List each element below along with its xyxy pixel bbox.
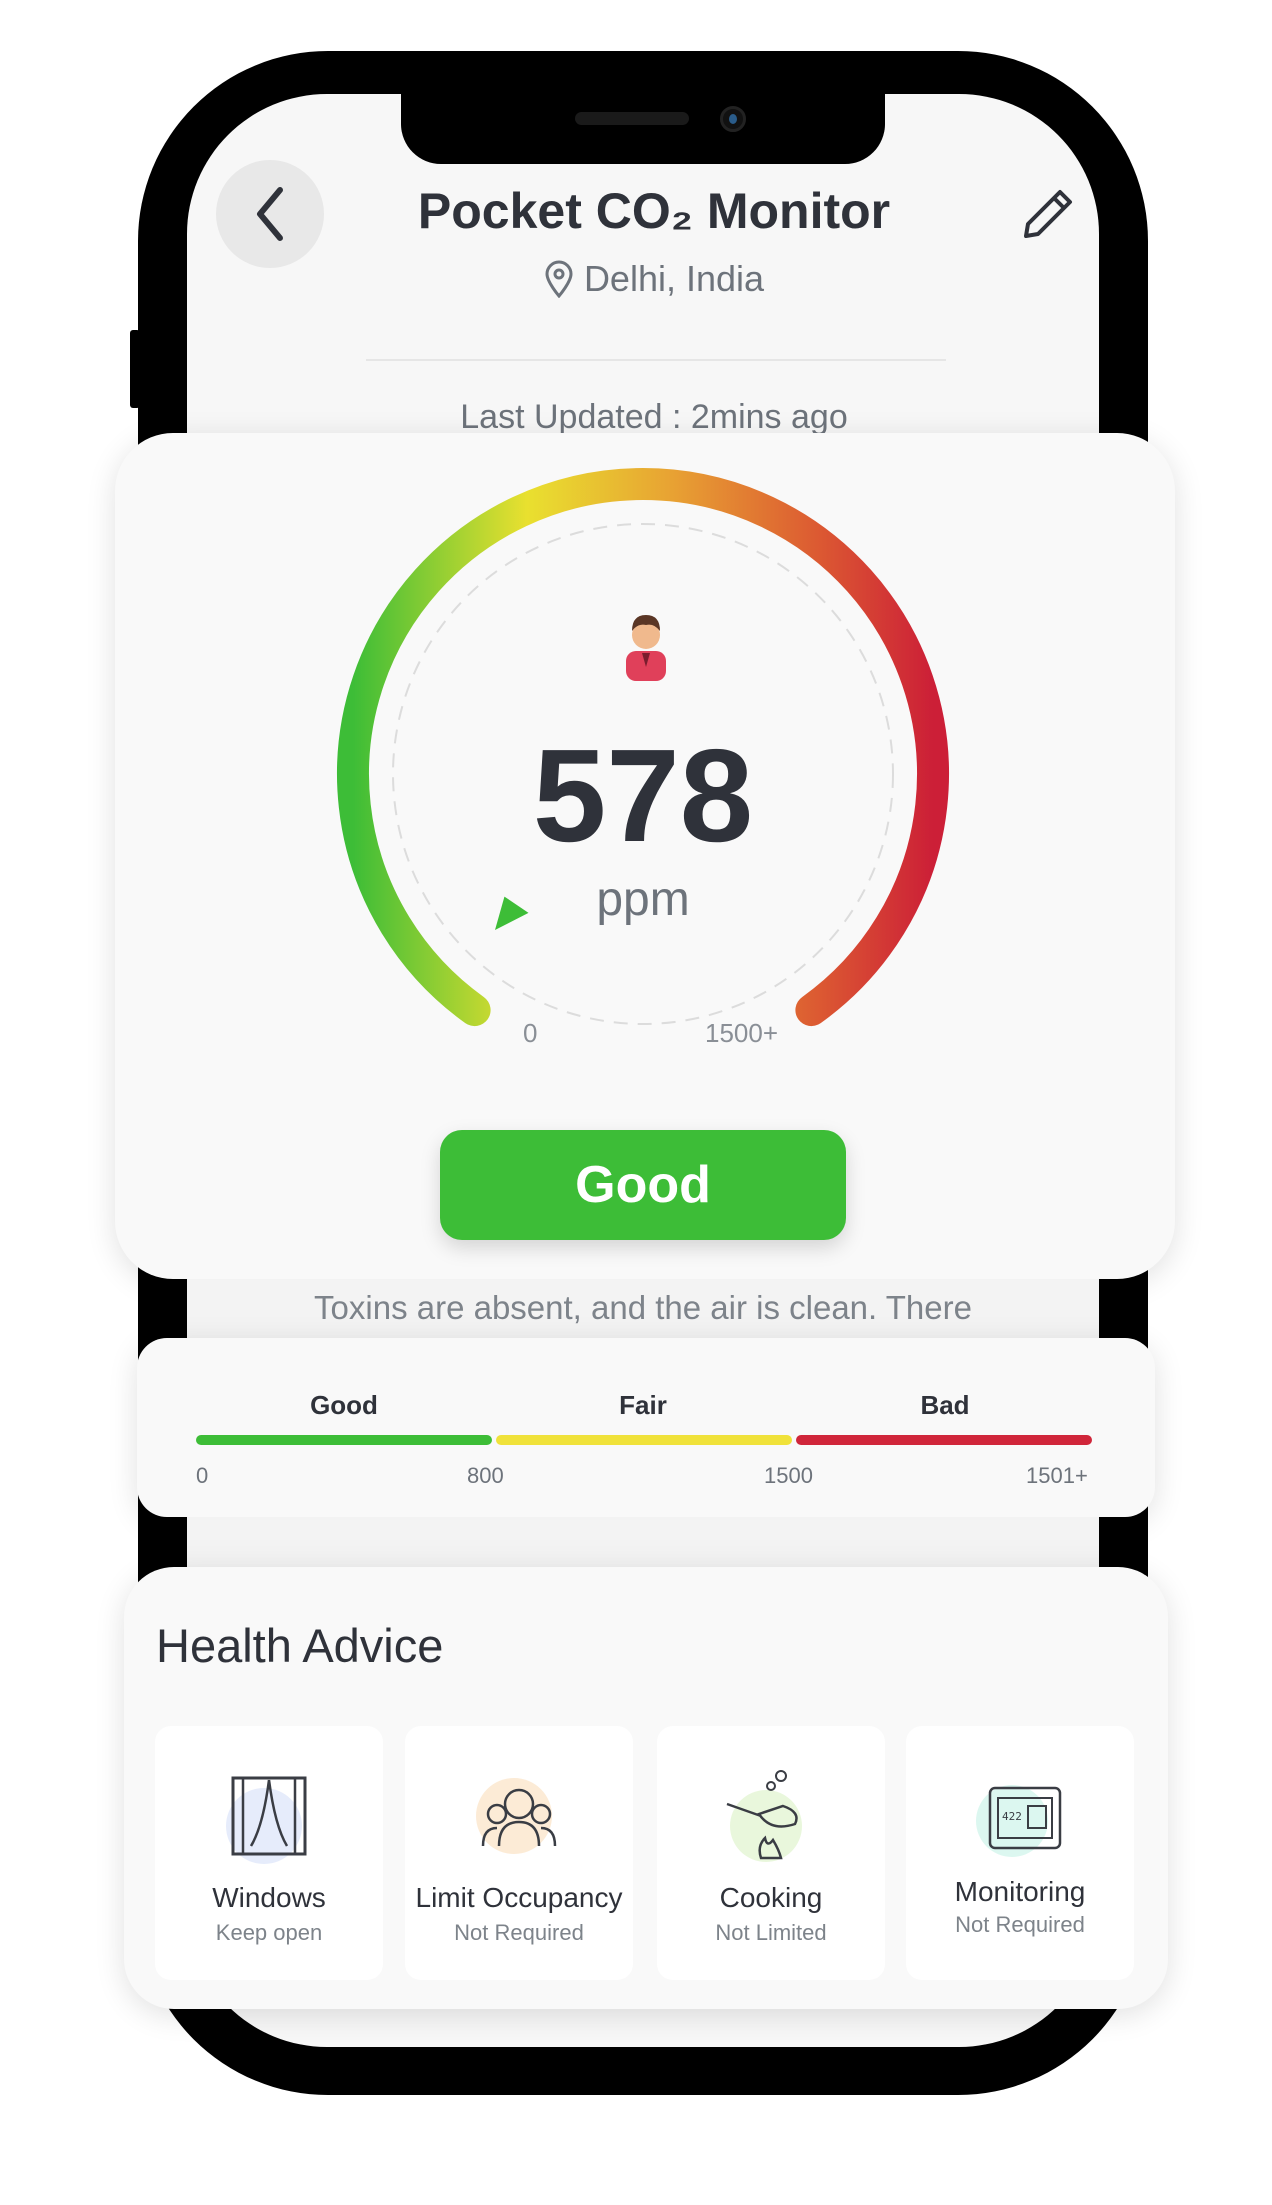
scale-tick: 1500 bbox=[764, 1463, 813, 1488]
description-area: Toxins are absent, and the air is clean.… bbox=[187, 1279, 1099, 1339]
advice-sub: Not Limited bbox=[715, 1920, 827, 1945]
scale-label-fair: Fair bbox=[619, 1390, 667, 1420]
advice-tile-monitoring[interactable]: 422 Monitoring Not Required bbox=[906, 1726, 1134, 1980]
scale-tick: 800 bbox=[467, 1463, 504, 1488]
camera-icon bbox=[720, 106, 746, 132]
advice-label: Monitoring bbox=[954, 1876, 1086, 1907]
location: Delhi, India bbox=[300, 258, 1008, 300]
advice-label: Limit Occupancy bbox=[415, 1882, 623, 1913]
monitor-device-icon: 422 bbox=[976, 1785, 1062, 1857]
health-advice-title: Health Advice bbox=[156, 1619, 444, 1672]
people-icon bbox=[476, 1778, 557, 1854]
scale-bar-good bbox=[196, 1435, 492, 1445]
advice-sub: Not Required bbox=[454, 1920, 584, 1945]
gauge-max-label: 1500+ bbox=[705, 1018, 778, 1048]
window-icon bbox=[226, 1776, 307, 1864]
scale-tick: 1501+ bbox=[1026, 1463, 1088, 1488]
chevron-left-icon bbox=[257, 187, 283, 241]
scale-tick: 0 bbox=[196, 1463, 209, 1488]
co2-unit: ppm bbox=[596, 873, 690, 926]
scale-card bbox=[137, 1338, 1155, 1517]
advice-sub: Keep open bbox=[215, 1920, 323, 1945]
gauge-min-label: 0 bbox=[523, 1018, 537, 1048]
avatar-icon bbox=[626, 615, 666, 681]
edit-pencil-icon[interactable] bbox=[1020, 186, 1076, 242]
scale-label-bad: Bad bbox=[920, 1390, 970, 1420]
status-badge-button[interactable]: Good bbox=[440, 1130, 846, 1240]
air-description: Toxins are absent, and the air is clean.… bbox=[314, 1289, 972, 1326]
advice-tile-windows[interactable]: Windows Keep open bbox=[155, 1726, 383, 1980]
scale-label-good: Good bbox=[310, 1390, 378, 1420]
advice-label: Cooking bbox=[719, 1882, 823, 1913]
advice-label: Windows bbox=[212, 1882, 326, 1913]
location-pin-icon bbox=[545, 260, 573, 298]
cooking-pan-icon bbox=[726, 1770, 802, 1862]
co2-value: 578 bbox=[532, 722, 754, 869]
advice-tile-occupancy[interactable]: Limit Occupancy Not Required bbox=[405, 1726, 633, 1980]
scale-bar-fair bbox=[496, 1435, 792, 1445]
divider bbox=[366, 359, 946, 361]
scale-bar-bad bbox=[796, 1435, 1092, 1445]
last-updated: Last Updated : 2mins ago bbox=[460, 398, 848, 436]
screen-gap bbox=[187, 1517, 1099, 1567]
svg-text:422: 422 bbox=[1002, 1810, 1022, 1823]
speaker bbox=[575, 112, 689, 125]
location-text: Delhi, India bbox=[583, 258, 765, 299]
page-title: Pocket CO₂ Monitor bbox=[417, 183, 891, 239]
advice-tile-cooking[interactable]: Cooking Not Limited bbox=[657, 1726, 885, 1980]
advice-sub: Not Required bbox=[955, 1912, 1085, 1937]
